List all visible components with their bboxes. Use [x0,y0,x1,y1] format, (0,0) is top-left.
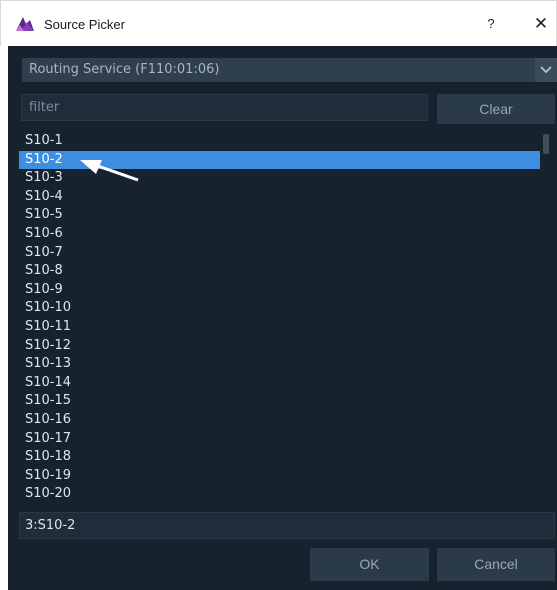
list-item[interactable]: S10-5 [19,206,540,224]
title-bar: Source Picker ? ✕ [0,0,557,46]
list-item[interactable]: S10-12 [19,337,540,355]
ok-button[interactable]: OK [310,548,429,581]
list-item[interactable]: S10-6 [19,225,540,243]
list-item[interactable]: S10-9 [19,281,540,299]
list-item[interactable]: S10-4 [19,188,540,206]
list-item[interactable]: S10-7 [19,244,540,262]
clear-button[interactable]: Clear [437,94,555,124]
service-dropdown[interactable]: Routing Service (F110:01:06) [22,58,557,82]
source-picker-dialog: Routing Service (F110:01:06) filter Clea… [8,46,557,590]
chevron-down-icon [540,66,552,74]
list-item[interactable]: S10-17 [19,430,540,448]
filter-input[interactable]: filter [21,94,428,121]
filter-placeholder: filter [29,100,60,115]
arrow-pointer-icon [80,160,139,182]
list-item[interactable]: S10-18 [19,448,540,466]
dropdown-arrow[interactable] [535,58,557,82]
list-item[interactable]: S10-10 [19,299,540,317]
list-item[interactable]: S10-20 [19,485,540,503]
list-item[interactable]: S10-16 [19,411,540,429]
list-item[interactable]: S10-19 [19,467,540,485]
help-button[interactable]: ? [479,11,503,37]
service-dropdown-value: Routing Service (F110:01:06) [29,62,220,77]
close-button[interactable]: ✕ [529,11,553,37]
selected-source-field[interactable]: 3:S10-2 [19,512,555,539]
list-item[interactable]: S10-1 [19,132,540,150]
app-logo-icon [15,15,35,32]
scrollbar-thumb[interactable] [543,134,549,154]
list-scrollbar[interactable] [543,132,549,504]
list-item[interactable]: S10-8 [19,262,540,280]
list-item[interactable]: S10-13 [19,355,540,373]
source-list[interactable]: S10-1 S10-2 S10-3 S10-4 S10-5 S10-6 S10-7 S10-8… [19,132,540,504]
list-item[interactable]: S10-15 [19,392,540,410]
cancel-button[interactable]: Cancel [437,548,555,581]
window-title: Source Picker [44,17,125,32]
list-item[interactable]: S10-11 [19,318,540,336]
list-item[interactable]: S10-14 [19,374,540,392]
